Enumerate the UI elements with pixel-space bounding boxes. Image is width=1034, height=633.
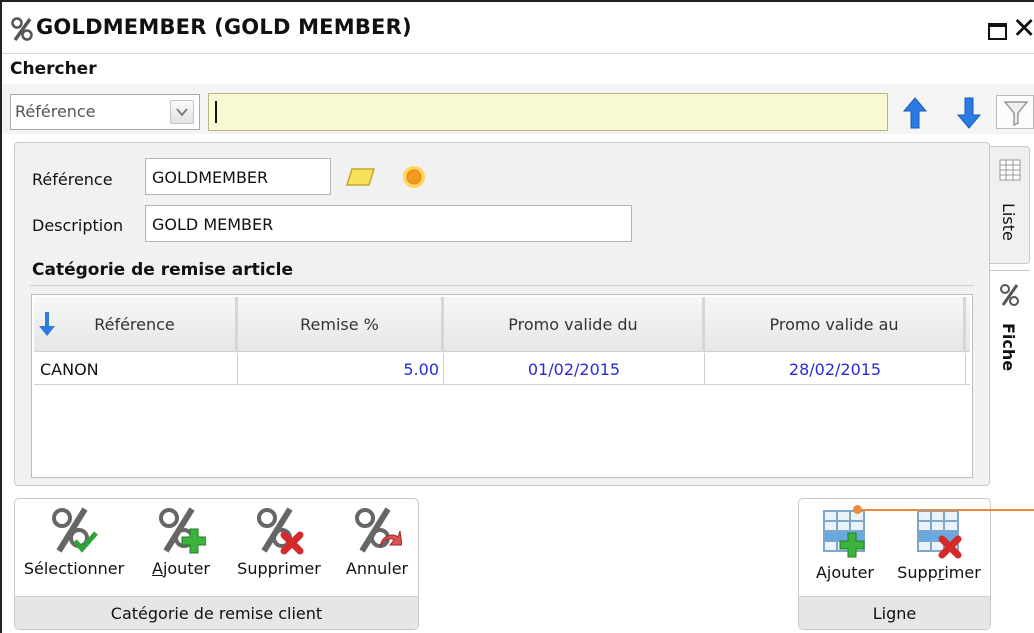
description-field[interactable]: GOLD MEMBER: [145, 205, 632, 242]
callout-line: [857, 509, 1034, 511]
side-tabs: Liste Fiche: [990, 146, 1034, 550]
toolbar-ligne-footer: Ligne: [799, 596, 990, 629]
cell-reference[interactable]: CANON: [34, 353, 238, 385]
text-caret: [215, 101, 217, 123]
filter-button[interactable]: [996, 95, 1034, 129]
column-header-remise[interactable]: Remise %: [238, 297, 444, 352]
supprimer-ligne-button[interactable]: Supprimer: [891, 509, 987, 599]
toolbar-ligne: Ajouter Supprimer Ligne: [798, 498, 991, 630]
sort-down-icon[interactable]: [38, 311, 56, 337]
toolbar-categorie-client: Sélectionner Ajouter Supprimer Annuler C…: [14, 498, 419, 630]
column-header-promo-du[interactable]: Promo valide du: [444, 297, 705, 352]
cell-remise[interactable]: 5.00: [238, 353, 444, 385]
percent-check-icon: [52, 507, 98, 553]
ajouter-ligne-button[interactable]: Ajouter: [805, 509, 885, 599]
maximize-icon[interactable]: [988, 23, 1007, 40]
grid-delete-icon: [917, 510, 962, 559]
reference-label: Référence: [32, 170, 113, 189]
funnel-icon: [1003, 101, 1029, 127]
column-label: Remise %: [300, 315, 379, 334]
search-field-value: Référence: [15, 102, 96, 121]
tab-liste[interactable]: Liste: [990, 146, 1030, 264]
percent-undo-icon: [355, 507, 403, 553]
section-title: Catégorie de remise article: [32, 260, 293, 280]
search-field-select[interactable]: Référence: [10, 94, 200, 130]
toolbar-client-footer: Catégorie de remise client: [15, 596, 418, 629]
percent-delete-icon: [257, 507, 304, 555]
arrow-up-icon[interactable]: [902, 96, 928, 130]
table-header: Référence Remise % Promo valide du Promo…: [34, 297, 970, 352]
search-input[interactable]: [208, 93, 888, 131]
remise-table: Référence Remise % Promo valide du Promo…: [31, 294, 973, 478]
reference-field[interactable]: GOLDMEMBER: [145, 158, 331, 195]
annuler-client-button[interactable]: Annuler: [337, 505, 417, 595]
ajouter-ligne-label: Ajouter: [815, 563, 874, 582]
section-divider: [30, 285, 974, 286]
tab-liste-label: Liste: [999, 203, 1018, 241]
supprimer-ligne-label: Supprimer: [897, 563, 981, 582]
column-header-promo-au[interactable]: Promo valide au: [705, 297, 966, 352]
note-icon[interactable]: [346, 165, 376, 189]
chevron-down-icon[interactable]: [170, 100, 194, 124]
percent-add-icon: [159, 507, 207, 554]
annuler-label: Annuler: [345, 559, 409, 578]
column-header-reference[interactable]: Référence: [34, 297, 238, 352]
callout-dot: [853, 505, 862, 514]
sun-icon[interactable]: [400, 163, 428, 191]
title-bar: GOLDMEMBER (GOLD MEMBER) ✕: [2, 2, 1034, 54]
search-label: Chercher: [10, 59, 97, 79]
list-grid-icon: [999, 159, 1021, 181]
selectionner-label: Sélectionner: [23, 559, 125, 578]
grid-add-icon: [823, 510, 865, 558]
ajouter-client-button[interactable]: Ajouter: [141, 505, 221, 595]
column-label: Référence: [94, 315, 175, 334]
supprimer-client-button[interactable]: Supprimer: [231, 505, 327, 595]
column-label: Promo valide au: [769, 315, 899, 334]
selectionner-button[interactable]: Sélectionner: [19, 505, 129, 595]
column-label: Promo valide du: [508, 315, 638, 334]
cell-promo-du[interactable]: 01/02/2015: [444, 353, 705, 385]
tab-fiche-label: Fiche: [999, 323, 1018, 372]
arrow-down-icon[interactable]: [956, 96, 982, 130]
close-icon[interactable]: ✕: [1012, 14, 1034, 43]
percent-icon: [11, 17, 33, 42]
description-label: Description: [32, 216, 124, 235]
ajouter-label: Ajouter: [151, 559, 211, 578]
tab-fiche[interactable]: Fiche: [990, 270, 1030, 550]
supprimer-label: Supprimer: [237, 559, 321, 578]
window-title: GOLDMEMBER (GOLD MEMBER): [36, 15, 412, 39]
cell-promo-au[interactable]: 28/02/2015: [705, 353, 966, 385]
percent-icon: [1000, 284, 1019, 306]
table-row[interactable]: CANON 5.00 01/02/2015 28/02/2015: [34, 353, 970, 385]
